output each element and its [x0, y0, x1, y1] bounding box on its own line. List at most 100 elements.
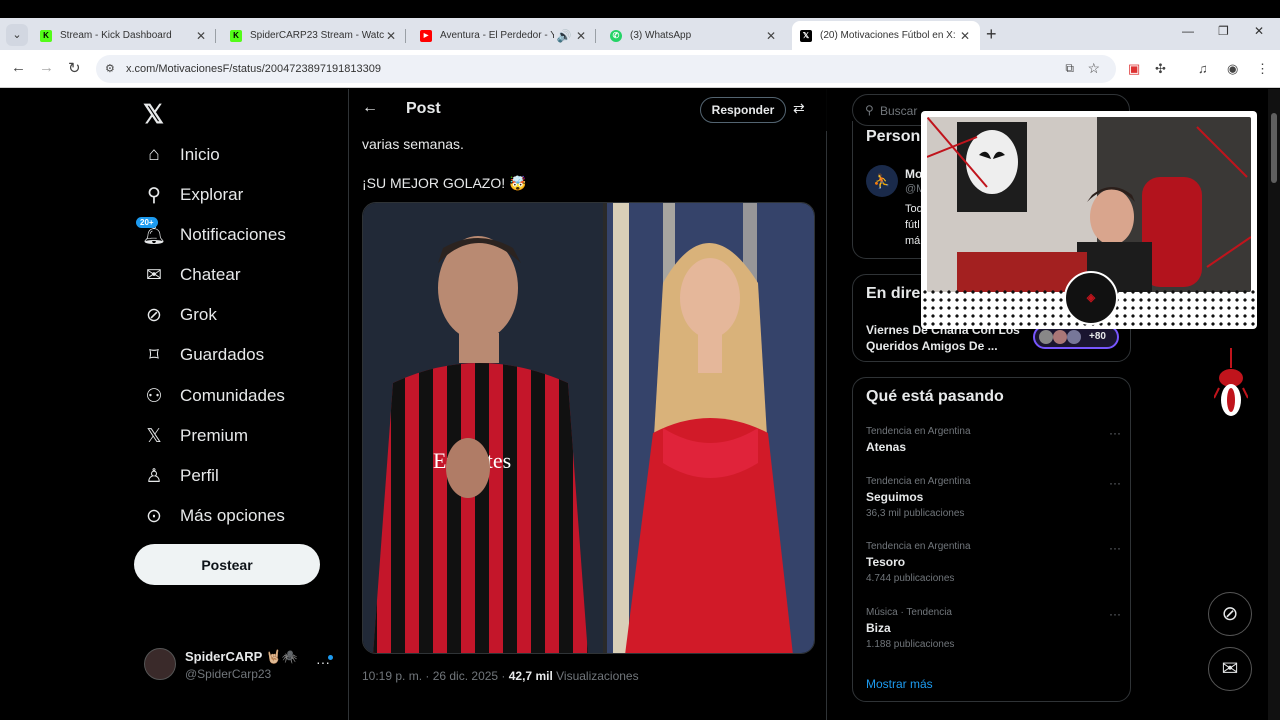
browser-menu-icon[interactable]: ⋮	[1256, 61, 1269, 77]
trend-item[interactable]: Tendencia en Argentina Atenas ···	[866, 426, 1121, 454]
nav-item-inicio[interactable]: ⌂ Inicio	[142, 140, 220, 170]
webcam-overlay: ◈	[921, 111, 1257, 329]
nav-item-chatear[interactable]: ✉ Chatear	[142, 260, 240, 290]
trends-card: Qué está pasando Tendencia en Argentina …	[852, 377, 1131, 702]
notification-badge: 20+	[136, 217, 158, 228]
extensions-puzzle-icon[interactable]: ✣	[1155, 61, 1166, 77]
unread-dot	[328, 655, 333, 660]
streamer-logo: ◈	[1064, 271, 1118, 325]
more-dots-icon[interactable]: ···	[1109, 426, 1121, 440]
nav-label: Perfil	[180, 466, 219, 485]
trend-context: Tendencia en Argentina	[866, 541, 971, 552]
back-arrow-icon[interactable]: ←	[362, 99, 378, 117]
url-text[interactable]: x.com/MotivacionesF/status/2004723897191…	[126, 63, 381, 75]
nav-item-guardados[interactable]: ⌑ Guardados	[142, 340, 264, 370]
bookmark-star-icon[interactable]: ☆	[1087, 60, 1100, 77]
close-icon[interactable]: ✕	[384, 29, 398, 43]
views-count: 42,7 mil	[508, 669, 553, 683]
nav-item-perfil[interactable]: ♙ Perfil	[142, 461, 219, 491]
tab-title: (3) WhatsApp	[630, 30, 692, 41]
show-more-link[interactable]: Mostrar más	[866, 677, 933, 691]
trend-context: Tendencia en Argentina	[866, 476, 971, 487]
nav-item-explorar[interactable]: ⚲ Explorar	[142, 180, 243, 210]
minimize-icon[interactable]: —	[1182, 24, 1194, 38]
nav-item-mas-opciones[interactable]: ⊙ Más opciones	[142, 501, 285, 531]
nav-label: Inicio	[180, 145, 220, 164]
avatar	[1039, 330, 1053, 344]
trend-item[interactable]: Tendencia en Argentina Tesoro 4.744 publ…	[866, 541, 1121, 584]
nav-item-comunidades[interactable]: ⚇ Comunidades	[142, 381, 285, 411]
nav-item-premium[interactable]: 𝕏 Premium	[142, 421, 248, 451]
nav-item-grok[interactable]: ⊘ Grok	[142, 300, 217, 330]
speaker-icon[interactable]: 🔊	[554, 29, 574, 43]
nav-label: Comunidades	[180, 386, 285, 405]
reply-button[interactable]: Responder	[700, 97, 786, 123]
grok-icon: ⊘	[146, 304, 162, 326]
more-dots-icon[interactable]: ···	[1109, 476, 1121, 490]
adjust-icon[interactable]: ⇄	[793, 100, 805, 117]
browser-tab-active[interactable]: 𝕏 (20) Motivaciones Fútbol en X: ✕	[792, 21, 980, 50]
trend-item[interactable]: Tendencia en Argentina Seguimos 36,3 mil…	[866, 476, 1121, 519]
browser-tab[interactable]: K SpiderCARP23 Stream - Watch ✕	[222, 21, 406, 50]
more-dots-icon[interactable]: ···	[1109, 607, 1121, 621]
nav-label: Notificaciones	[180, 225, 286, 244]
grok-float-icon[interactable]: ⊘	[1208, 592, 1252, 636]
nav-item-notificaciones[interactable]: 🔔︎ 20+ Notificaciones	[136, 217, 286, 250]
browser-tab[interactable]: ✆ (3) WhatsApp ✕	[602, 21, 786, 50]
card-heading: En dire	[866, 285, 921, 302]
scrollbar-thumb[interactable]	[1271, 113, 1277, 183]
tweet-image[interactable]: Emirates	[362, 202, 815, 654]
close-window-icon[interactable]: ✕	[1254, 24, 1264, 38]
page-title: Post	[406, 100, 441, 117]
install-app-icon[interactable]: ⧉	[1065, 61, 1074, 76]
address-bar[interactable]: ⚙ x.com/MotivacionesF/status/20047238971…	[96, 55, 1116, 83]
avatar[interactable]: ⛹	[866, 165, 898, 197]
person-icon: ♙	[145, 465, 163, 487]
tab-title: Aventura - El Perdedor - Yo	[440, 30, 554, 41]
nav-label: Chatear	[180, 265, 241, 284]
tab-separator	[405, 29, 406, 43]
nav-label: Guardados	[180, 345, 265, 364]
new-tab-icon[interactable]: +	[986, 24, 997, 45]
tweet-timestamp[interactable]: 10:19 p. m. · 26 dic. 2025 ·	[362, 669, 509, 683]
more-dots-icon[interactable]: ···	[1109, 541, 1121, 555]
reload-icon[interactable]: ↻	[68, 59, 81, 77]
close-icon[interactable]: ✕	[958, 29, 972, 43]
tab-search-chevron-icon[interactable]: ⌄	[6, 24, 28, 46]
tab-title: SpiderCARP23 Stream - Watch	[250, 30, 384, 41]
close-icon[interactable]: ✕	[194, 29, 208, 43]
youtube-icon: ▶	[420, 29, 432, 42]
post-header: ← Post Responder ⇄	[349, 89, 827, 131]
browser-tab[interactable]: ▶ Aventura - El Perdedor - Yo 🔊 ✕	[412, 21, 596, 50]
post-button[interactable]: Postear	[134, 544, 320, 585]
page-scrollbar[interactable]	[1268, 89, 1280, 720]
forward-icon[interactable]: →	[39, 59, 54, 76]
listener-count: +80	[1089, 331, 1106, 342]
x-icon: 𝕏	[800, 29, 812, 42]
more-icon: ⊙	[146, 505, 162, 527]
media-control-icon[interactable]: ♫	[1198, 61, 1208, 76]
mail-icon: ✉	[146, 264, 162, 286]
browser-tab[interactable]: K Stream - Kick Dashboard ✕	[32, 21, 216, 50]
messages-float-icon[interactable]: ✉	[1208, 647, 1252, 691]
restore-icon[interactable]: ❐	[1218, 24, 1229, 38]
close-icon[interactable]: ✕	[574, 29, 588, 43]
search-placeholder: Buscar	[880, 104, 918, 118]
trend-item[interactable]: Música · Tendencia Biza 1.188 publicacio…	[866, 607, 1121, 650]
close-icon[interactable]: ✕	[764, 29, 778, 43]
site-info-icon[interactable]: ⚙	[105, 62, 115, 75]
person-name[interactable]: Mo	[905, 167, 922, 181]
tweet-text-line: ¡SU MEJOR GOLAZO! 🤯	[362, 175, 527, 191]
profile-avatar-icon[interactable]: ◉	[1227, 61, 1238, 77]
extension-record-icon[interactable]: ▣	[1128, 61, 1140, 77]
tab-title: Stream - Kick Dashboard	[60, 30, 172, 41]
account-switcher[interactable]: SpiderCARP 🤘🏼🕷️ @SpiderCarp23 ···	[144, 644, 333, 684]
trend-name: Seguimos	[866, 490, 924, 504]
x-logo-icon[interactable]: 𝕏	[143, 99, 164, 130]
back-icon[interactable]: ←	[11, 59, 26, 76]
avatar	[1053, 330, 1067, 344]
nav-label: Premium	[180, 426, 249, 445]
tab-title: (20) Motivaciones Fútbol en X:	[820, 30, 956, 41]
trend-post-count: 4.744 publicaciones	[866, 573, 955, 584]
views-label: Visualizaciones	[552, 669, 639, 683]
